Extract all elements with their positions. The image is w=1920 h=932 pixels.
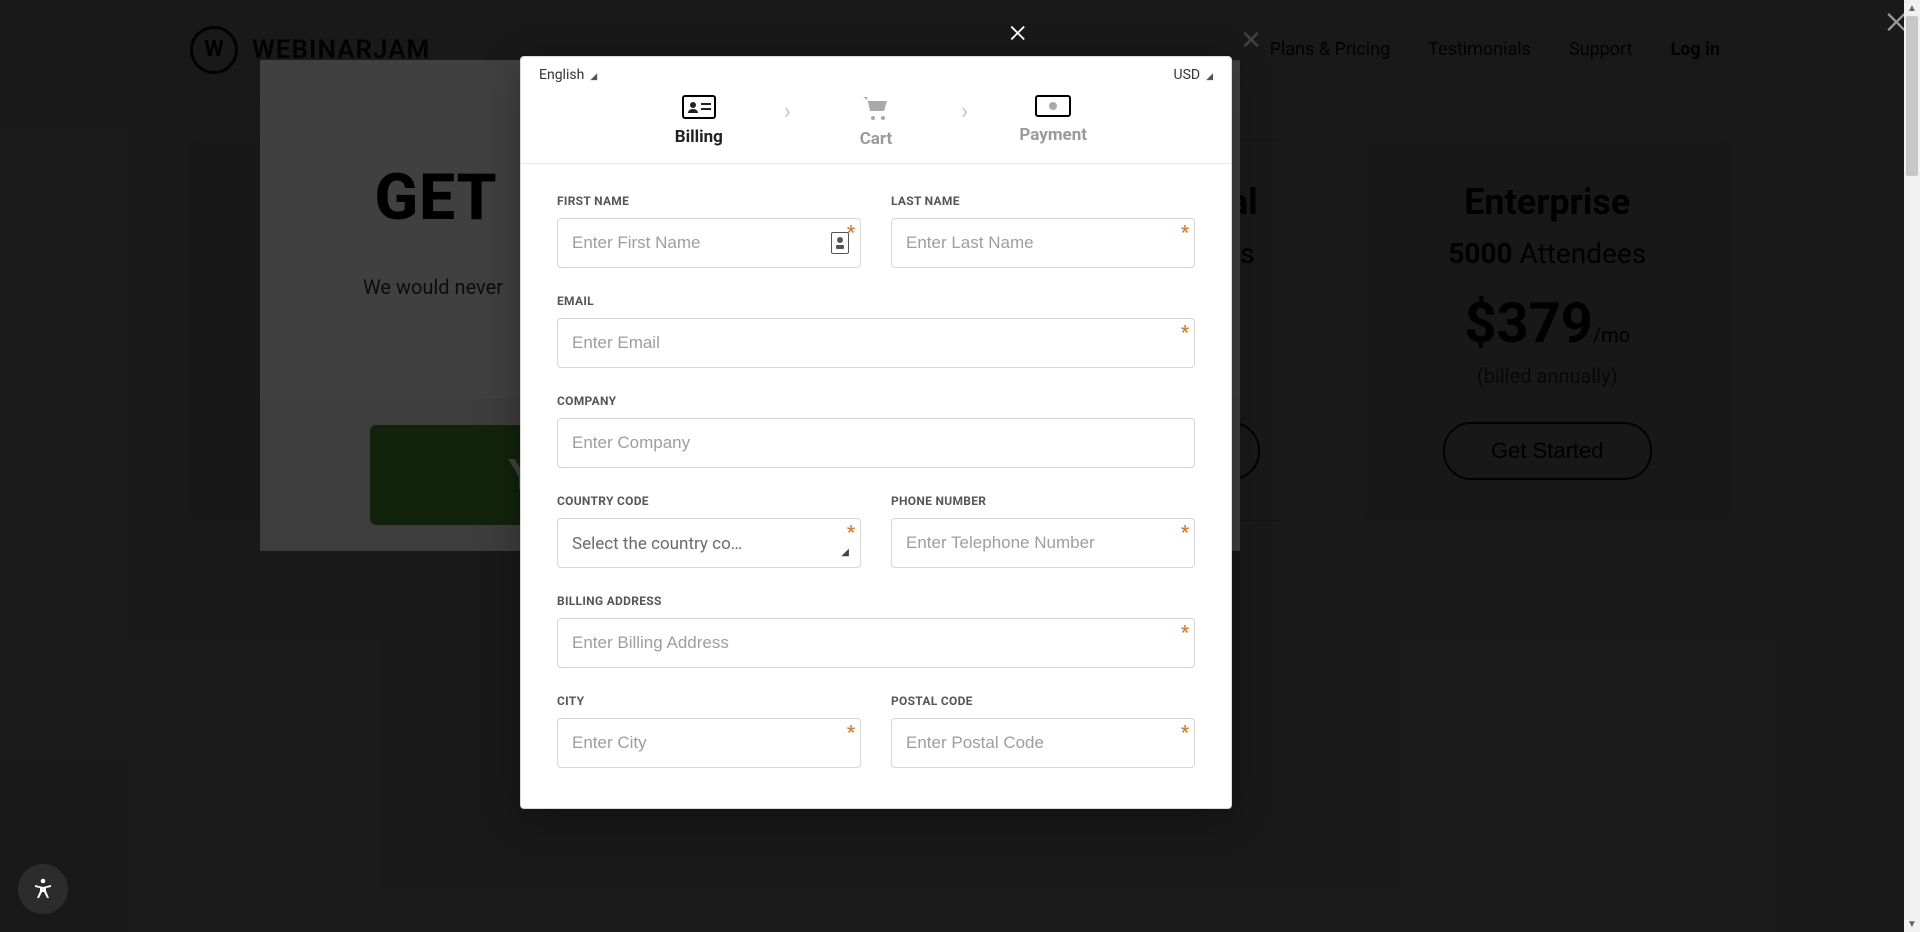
billing-address-input[interactable] [557, 618, 1195, 668]
scroll-up-icon: ▲ [1904, 0, 1920, 16]
required-icon: * [847, 722, 855, 743]
phone-label: PHONE NUMBER [891, 494, 1195, 508]
checkout-steps: Billing › Cart › Payment [521, 91, 1231, 164]
step-cart-label: Cart [860, 129, 893, 149]
step-payment-label: Payment [1019, 125, 1087, 145]
email-label: EMAIL [557, 294, 1195, 308]
accessibility-icon [31, 877, 55, 901]
language-value: English [539, 67, 584, 83]
banknote-icon [1035, 95, 1071, 117]
city-label: CITY [557, 694, 861, 708]
first-name-input[interactable] [557, 218, 861, 268]
required-icon: * [1181, 222, 1189, 243]
company-input[interactable] [557, 418, 1195, 468]
step-payment[interactable]: Payment [1018, 95, 1088, 145]
language-selector[interactable]: English ◢ [539, 67, 597, 83]
scrollbar-thumb[interactable] [1906, 16, 1918, 176]
city-input[interactable] [557, 718, 861, 768]
phone-input[interactable] [891, 518, 1195, 568]
currency-value: USD [1174, 67, 1201, 83]
postal-input[interactable] [891, 718, 1195, 768]
checkout-modal: English ◢ USD ◢ Billing › Cart › [520, 56, 1232, 809]
last-name-label: LAST NAME [891, 194, 1195, 208]
caret-icon: ◢ [1206, 72, 1213, 82]
postal-label: POSTAL CODE [891, 694, 1195, 708]
checkout-close-button[interactable] [1008, 22, 1030, 48]
close-icon [1008, 22, 1030, 44]
chevron-right-icon: › [784, 95, 791, 125]
scrollbar[interactable]: ▲ ▼ [1904, 0, 1920, 932]
required-icon: * [847, 222, 855, 243]
step-cart[interactable]: Cart [841, 95, 911, 149]
company-label: COMPANY [557, 394, 1195, 408]
first-name-label: FIRST NAME [557, 194, 861, 208]
billing-address-label: BILLING ADDRESS [557, 594, 1195, 608]
required-icon: * [1181, 522, 1189, 543]
step-billing-label: Billing [675, 127, 723, 147]
required-icon: * [1181, 322, 1189, 343]
caret-icon: ◢ [590, 72, 597, 82]
id-card-icon [682, 95, 716, 119]
billing-form: FIRST NAME * LAST NAME * [521, 164, 1231, 808]
required-icon: * [1181, 722, 1189, 743]
country-code-select[interactable]: Select the country co… [557, 518, 861, 568]
step-billing[interactable]: Billing [664, 95, 734, 147]
email-input[interactable] [557, 318, 1195, 368]
checkout-header: English ◢ USD ◢ [521, 57, 1231, 91]
cart-icon [861, 95, 891, 121]
required-icon: * [1181, 622, 1189, 643]
checkout-overlay: English ◢ USD ◢ Billing › Cart › [0, 0, 1920, 932]
accessibility-button[interactable] [18, 864, 68, 914]
last-name-input[interactable] [891, 218, 1195, 268]
chevron-right-icon: › [961, 95, 968, 125]
scroll-down-icon: ▼ [1904, 916, 1920, 932]
required-icon: * [847, 522, 855, 543]
currency-selector[interactable]: USD ◢ [1174, 67, 1214, 83]
country-code-label: COUNTRY CODE [557, 494, 861, 508]
